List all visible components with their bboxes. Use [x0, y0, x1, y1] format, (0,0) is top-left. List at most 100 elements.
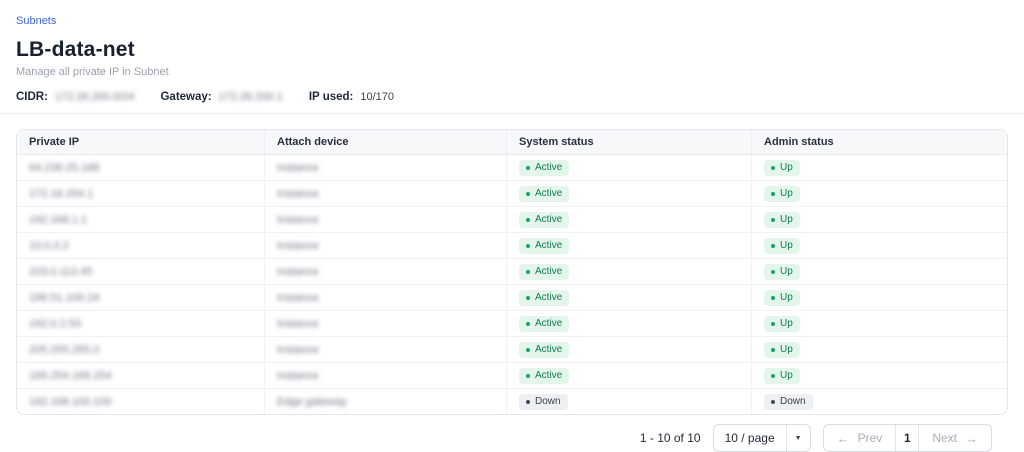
- admin-status-label: Up: [780, 188, 793, 200]
- admin-status-badge: Up: [764, 238, 800, 254]
- private-ip-cell: 198.51.100.24: [17, 285, 264, 310]
- status-dot-icon: [771, 296, 775, 300]
- system-status-badge: Active: [519, 368, 569, 384]
- private-ip-cell: 192.168.1.1: [17, 207, 264, 232]
- system-status-cell: Active: [506, 259, 751, 284]
- status-dot-icon: [771, 270, 775, 274]
- admin-status-badge: Down: [764, 394, 813, 410]
- private-ip-value: 192.168.1.1: [29, 214, 87, 226]
- chevron-down-icon: ▼: [786, 425, 810, 451]
- attach-device-cell: Instance: [264, 285, 506, 310]
- admin-status-badge: Up: [764, 368, 800, 384]
- arrow-right-icon: →: [965, 432, 978, 445]
- system-status-cell: Active: [506, 363, 751, 388]
- attach-device-value: Instance: [277, 370, 319, 382]
- private-ip-cell: 205.255.255.0: [17, 337, 264, 362]
- private-ip-value: 64.236.25.188: [29, 162, 99, 174]
- admin-status-badge: Up: [764, 212, 800, 228]
- status-dot-icon: [526, 296, 530, 300]
- table-row: 198.51.100.24 Instance Active Up: [17, 284, 1007, 310]
- private-ip-cell: 64.236.25.188: [17, 155, 264, 180]
- system-status-cell: Active: [506, 155, 751, 180]
- status-dot-icon: [771, 400, 775, 404]
- admin-status-cell: Down: [751, 389, 1007, 414]
- status-dot-icon: [526, 270, 530, 274]
- table-row: 64.236.25.188 Instance Active Up: [17, 155, 1007, 180]
- attach-device-value: Instance: [277, 240, 319, 252]
- private-ip-cell: 192.0.2.53: [17, 311, 264, 336]
- prev-page-button[interactable]: ← Prev: [824, 425, 896, 451]
- attach-device-value: Instance: [277, 292, 319, 304]
- page-title: LB-data-net: [16, 38, 1008, 62]
- system-status-cell: Active: [506, 181, 751, 206]
- status-dot-icon: [771, 322, 775, 326]
- admin-status-label: Up: [780, 370, 793, 382]
- admin-status-label: Up: [780, 292, 793, 304]
- system-status-badge: Active: [519, 264, 569, 280]
- page-subtitle: Manage all private IP in Subnet: [16, 66, 1008, 78]
- page-size-select[interactable]: 10 / page ▼: [713, 424, 811, 452]
- column-header-system-status: System status: [506, 130, 751, 154]
- private-ip-value: 172.16.254.1: [29, 188, 93, 200]
- table-body: 64.236.25.188 Instance Active Up 172.16.…: [17, 155, 1007, 414]
- status-dot-icon: [526, 244, 530, 248]
- admin-status-label: Up: [780, 318, 793, 330]
- status-dot-icon: [526, 400, 530, 404]
- attach-device-value: Edge gateway: [277, 396, 347, 408]
- system-status-label: Active: [535, 292, 562, 304]
- attach-device-cell: Instance: [264, 337, 506, 362]
- next-label: Next: [932, 431, 957, 445]
- status-dot-icon: [526, 374, 530, 378]
- attach-device-cell: Instance: [264, 259, 506, 284]
- status-dot-icon: [526, 322, 530, 326]
- admin-status-label: Up: [780, 214, 793, 226]
- column-header-attach-device: Attach device: [264, 130, 506, 154]
- page-header: Subnets LB-data-net Manage all private I…: [0, 0, 1024, 114]
- table-row: 205.255.255.0 Instance Active Up: [17, 336, 1007, 362]
- admin-status-label: Up: [780, 266, 793, 278]
- cidr-value: 172.26.200.0/24: [55, 91, 135, 103]
- subnet-meta: CIDR: 172.26.200.0/24 Gateway: 172.26.20…: [16, 89, 1008, 104]
- table-row: 192.0.2.53 Instance Active Up: [17, 310, 1007, 336]
- system-status-label: Active: [535, 162, 562, 174]
- breadcrumb-subnets[interactable]: Subnets: [16, 15, 56, 27]
- pagination-bar: 1 - 10 of 10 10 / page ▼ ← Prev 1 Next →: [32, 424, 992, 452]
- admin-status-cell: Up: [751, 155, 1007, 180]
- system-status-cell: Active: [506, 207, 751, 232]
- admin-status-label: Down: [780, 396, 806, 408]
- private-ip-value: 205.255.255.0: [29, 344, 99, 356]
- status-dot-icon: [526, 348, 530, 352]
- private-ip-table: Private IP Attach device System status A…: [16, 129, 1008, 415]
- status-dot-icon: [771, 218, 775, 222]
- ip-used-group: IP used: 10/170: [309, 91, 394, 103]
- private-ip-value: 192.0.2.53: [29, 318, 81, 330]
- admin-status-badge: Up: [764, 160, 800, 176]
- admin-status-badge: Up: [764, 342, 800, 358]
- attach-device-value: Instance: [277, 318, 319, 330]
- private-ip-cell: 172.16.254.1: [17, 181, 264, 206]
- system-status-label: Active: [535, 370, 562, 382]
- pagination-range: 1 - 10 of 10: [640, 431, 701, 445]
- admin-status-cell: Up: [751, 285, 1007, 310]
- status-dot-icon: [526, 192, 530, 196]
- content-area: Private IP Attach device System status A…: [0, 114, 1024, 452]
- private-ip-value: 169.254.169.254: [29, 370, 112, 382]
- gateway-group: Gateway: 172.26.200.1: [160, 91, 282, 103]
- admin-status-cell: Up: [751, 311, 1007, 336]
- private-ip-cell: 203.0.113.45: [17, 259, 264, 284]
- admin-status-label: Up: [780, 240, 793, 252]
- table-row: 169.254.169.254 Instance Active Up: [17, 362, 1007, 388]
- attach-device-cell: Instance: [264, 207, 506, 232]
- system-status-label: Active: [535, 240, 562, 252]
- gateway-label: Gateway:: [160, 91, 211, 103]
- next-page-button[interactable]: Next →: [919, 425, 991, 451]
- private-ip-cell: 10.0.0.2: [17, 233, 264, 258]
- system-status-badge: Active: [519, 212, 569, 228]
- system-status-badge: Active: [519, 186, 569, 202]
- status-dot-icon: [771, 192, 775, 196]
- system-status-cell: Active: [506, 337, 751, 362]
- page-number-button[interactable]: 1: [895, 425, 919, 451]
- system-status-cell: Active: [506, 233, 751, 258]
- system-status-cell: Active: [506, 285, 751, 310]
- admin-status-cell: Up: [751, 207, 1007, 232]
